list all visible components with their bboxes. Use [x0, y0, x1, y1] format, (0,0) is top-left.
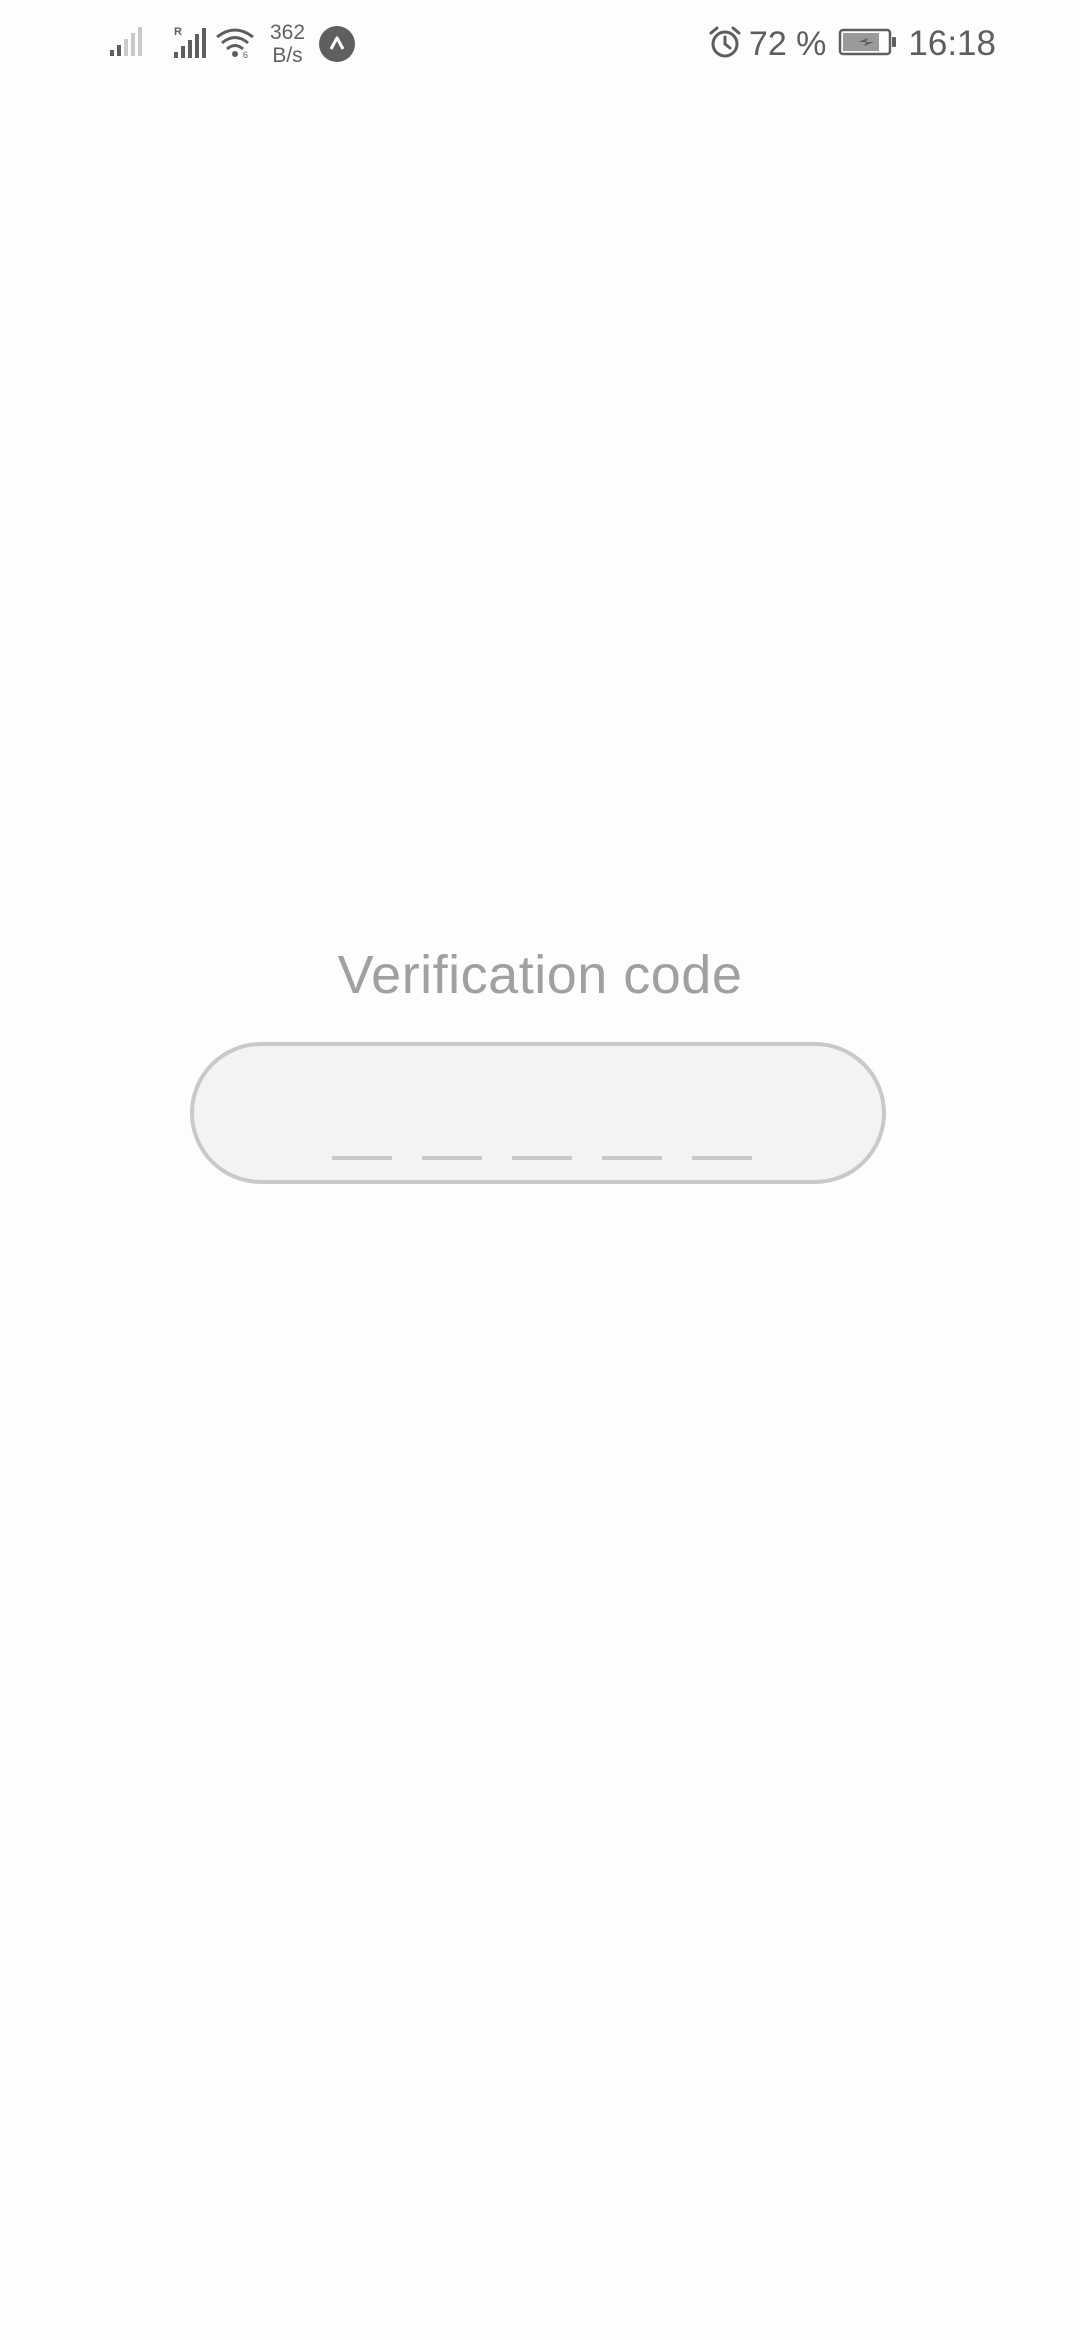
code-slot-5: [692, 1156, 752, 1160]
clock: 16:18: [908, 24, 996, 63]
battery-percent: 72 %: [748, 24, 827, 63]
svg-text:R: R: [174, 26, 182, 38]
code-slot-4: [602, 1156, 662, 1160]
svg-text:6: 6: [243, 50, 248, 59]
network-speed-unit: B/s: [272, 44, 303, 67]
network-speed: 362 B/s: [270, 21, 305, 67]
signal-roaming-icon: R: [172, 24, 208, 65]
network-speed-value: 362: [270, 21, 306, 44]
verification-title: Verification code: [337, 945, 743, 1005]
wifi-icon: 6: [214, 25, 256, 64]
signal-weak-icon: [108, 26, 144, 63]
status-bar-left: R 6 362 B/s: [108, 20, 356, 68]
code-slot-3: [512, 1156, 572, 1160]
status-bar-right: 72 % 16:18: [707, 20, 996, 68]
verification-code-input[interactable]: [190, 1042, 886, 1184]
code-slot-2: [422, 1156, 482, 1160]
status-bar: R 6 362 B/s 72 % 16:18: [0, 0, 1080, 88]
alarm-icon: [707, 24, 743, 65]
app-notification-icon: [319, 26, 356, 62]
code-slot-1: [332, 1156, 392, 1160]
battery-charging-icon: [838, 27, 898, 62]
